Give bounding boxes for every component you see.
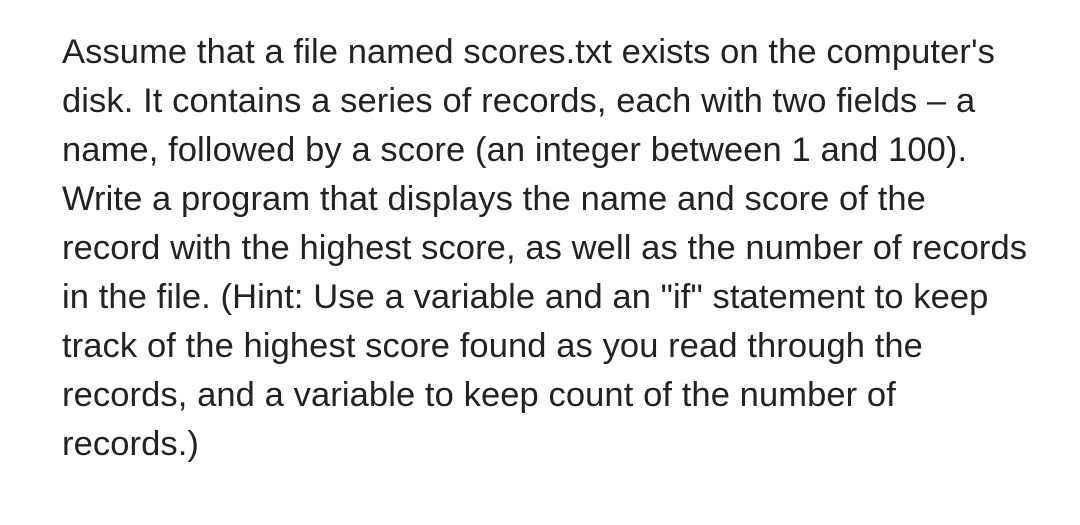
paragraph-2: Write a program that displays the name a… (62, 180, 1027, 463)
document-body: Assume that a file named scores.txt exis… (62, 28, 1028, 469)
paragraph-1: Assume that a file named scores.txt exis… (62, 33, 995, 169)
